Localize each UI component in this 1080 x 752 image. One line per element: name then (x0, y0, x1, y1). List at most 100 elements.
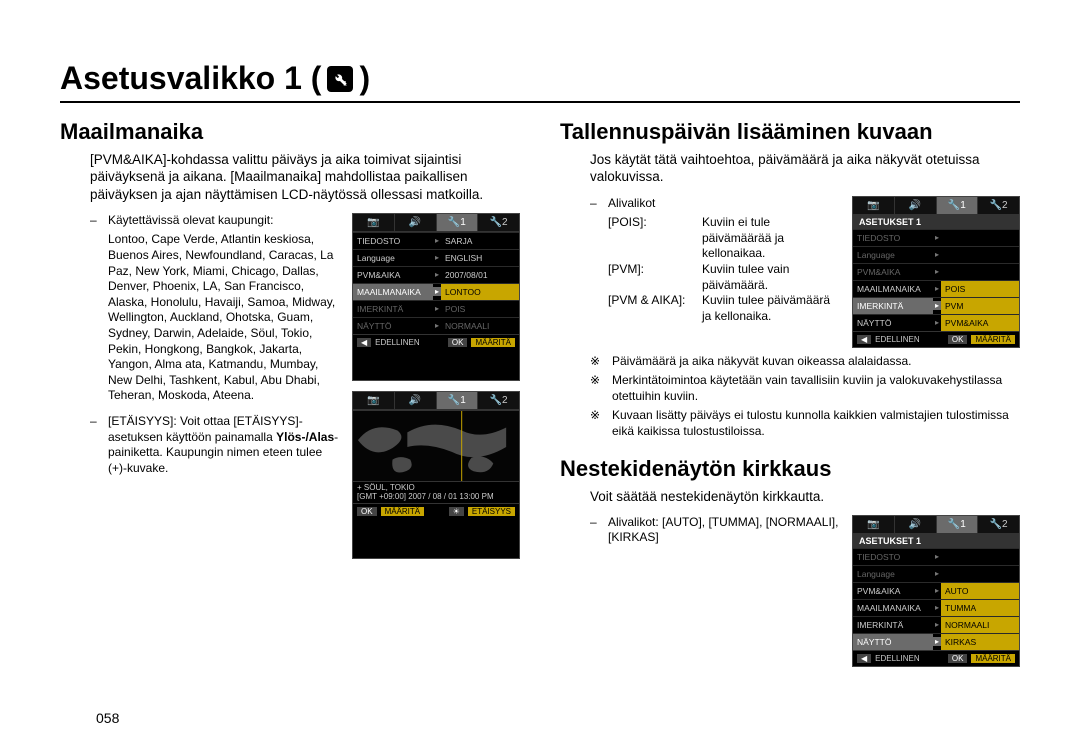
dst-label: [ETÄISYYS]: (108, 414, 180, 428)
lcd-tab[interactable]: 🔧2 (978, 197, 1019, 214)
lcd-brightness-menu: 📷🔊🔧1🔧2 ASETUKSET 1 TIEDOSTO▸Language▸PVM… (852, 515, 1020, 667)
menu-row[interactable]: IMERKINTÄ▸POIS (353, 300, 519, 317)
chevron-right-icon: ▸ (933, 233, 941, 242)
submenus-label: Alivalikot (608, 196, 655, 212)
ok-key[interactable]: OK (948, 654, 968, 663)
chevron-right-icon: ▸ (433, 304, 441, 313)
menu-row[interactable]: NÄYTTÖ▸PVM&AIKA (853, 314, 1019, 331)
lcd-tab[interactable]: 📷 (853, 197, 895, 214)
menu-row-value (941, 554, 1019, 560)
ok-key[interactable]: OK (357, 507, 377, 516)
lcd-tab[interactable]: 🔧1 (437, 214, 479, 231)
dst-bold: Ylös-/Alas (276, 430, 334, 444)
chevron-right-icon: ▸ (933, 569, 941, 578)
menu-row[interactable]: IMERKINTÄ▸PVM (853, 297, 1019, 314)
menu-row[interactable]: TIEDOSTO▸ (853, 548, 1019, 565)
ok-key[interactable]: OK (948, 335, 968, 344)
definition-desc: Kuviin tulee vain päivämäärä. (702, 262, 840, 293)
menu-row[interactable]: Language▸ (853, 246, 1019, 263)
menu-row[interactable]: Language▸ENGLISH (353, 249, 519, 266)
back-key[interactable]: ◀ (857, 335, 871, 344)
lcd-tab[interactable]: 🔊 (395, 214, 437, 231)
menu-row[interactable]: NÄYTTÖ▸NORMAALI (353, 317, 519, 334)
back-label: EDELLINEN (375, 338, 419, 347)
note-text: Kuvaan lisätty päiväys ei tulostu kunnol… (612, 408, 1020, 439)
definition-term: [PVM]: (608, 262, 696, 293)
lcd-tab[interactable]: 🔧1 (437, 392, 479, 409)
menu-row-label: NÄYTTÖ (853, 634, 933, 650)
menu-row-value: TUMMA (941, 600, 1019, 616)
svg-text:1: 1 (344, 81, 348, 86)
lcd-tab[interactable]: 📷 (353, 214, 395, 231)
wrench-1-icon: 1 (327, 66, 353, 92)
menu-row[interactable]: PVM&AIKA▸2007/08/01 (353, 266, 519, 283)
dst-label: ETÄISYYS (468, 507, 515, 516)
lcd-imprint-menu: 📷🔊🔧1🔧2 ASETUKSET 1 TIEDOSTO▸Language▸PVM… (852, 196, 1020, 348)
brightness-intro: Voit säätää nestekidenäytön kirkkautta. (590, 488, 1020, 505)
menu-row[interactable]: MAAILMANAIKA▸LONTOO (353, 283, 519, 300)
chevron-right-icon: ▸ (933, 250, 941, 259)
back-label: EDELLINEN (875, 654, 919, 663)
menu-row-label: IMERKINTÄ (853, 617, 933, 633)
lcd-worldtime-menu: 📷🔊🔧1🔧2 TIEDOSTO▸SARJALanguage▸ENGLISHPVM… (352, 213, 520, 381)
menu-row-value: 2007/08/01 (441, 267, 519, 283)
menu-row[interactable]: MAAILMANAIKA▸POIS (853, 280, 1019, 297)
lcd-tab[interactable]: 🔧1 (937, 197, 979, 214)
note-row: ※ Kuvaan lisätty päiväys ei tulostu kunno… (590, 408, 1020, 439)
menu-row-label: IMERKINTÄ (353, 301, 433, 317)
menu-row[interactable]: NÄYTTÖ▸KIRKAS (853, 633, 1019, 650)
reference-mark-icon: ※ (590, 373, 604, 404)
chevron-right-icon: ▸ (933, 267, 941, 276)
lcd-tab[interactable]: 🔧2 (978, 516, 1019, 533)
menu-row[interactable]: TIEDOSTO▸SARJA (353, 232, 519, 249)
definition-term: [PVM & AIKA]: (608, 293, 696, 324)
lcd-tab[interactable]: 🔊 (895, 516, 937, 533)
chevron-right-icon: ▸ (933, 552, 941, 561)
cities-list: Lontoo, Cape Verde, Atlantin keskiosa, B… (108, 232, 340, 404)
note-row: ※Merkintätoimintoa käytetään vain tavall… (590, 373, 1020, 404)
brightness-sub: Alivalikot: [AUTO], [TUMMA], [NORMAALI],… (608, 515, 840, 546)
reference-mark-icon: ※ (590, 408, 604, 439)
reference-mark-icon: ※ (590, 354, 604, 370)
world-map-icon (353, 410, 519, 482)
menu-row-label: Language (353, 250, 433, 266)
lcd-tab[interactable]: 🔊 (895, 197, 937, 214)
definition-row: [POIS]:Kuviin ei tule päivämäärää ja kel… (608, 215, 840, 262)
menu-row-label: PVM&AIKA (853, 583, 933, 599)
menu-row-value: NORMAALI (941, 617, 1019, 633)
page-title: Asetusvalikko 1 ( 1 ) (60, 60, 1020, 103)
lcd-tab[interactable]: 🔧2 (478, 392, 519, 409)
menu-row[interactable]: Language▸ (853, 565, 1019, 582)
chevron-right-icon: ▸ (933, 284, 941, 293)
lcd-tab[interactable]: 🔊 (395, 392, 437, 409)
dst-key[interactable]: ☀ (449, 507, 464, 516)
menu-row[interactable]: MAAILMANAIKA▸TUMMA (853, 599, 1019, 616)
menu-row-label: MAAILMANAIKA (853, 281, 933, 297)
lcd-tab[interactable]: 🔧1 (937, 516, 979, 533)
menu-row-value (941, 571, 1019, 577)
menu-row-label: Language (853, 566, 933, 582)
menu-row-value: SARJA (441, 233, 519, 249)
lcd-tab[interactable]: 🔧2 (478, 214, 519, 231)
imprint-heading: Tallennuspäivän lisääminen kuvaan (560, 119, 1020, 145)
ok-key[interactable]: OK (448, 338, 468, 347)
chevron-right-icon: ▸ (433, 287, 441, 296)
world-time-heading: Maailmanaika (60, 119, 520, 145)
menu-row[interactable]: IMERKINTÄ▸NORMAALI (853, 616, 1019, 633)
lcd-tab[interactable]: 📷 (853, 516, 895, 533)
menu-row[interactable]: PVM&AIKA▸AUTO (853, 582, 1019, 599)
menu-row[interactable]: TIEDOSTO▸ (853, 229, 1019, 246)
lcd-tab[interactable]: 📷 (353, 392, 395, 409)
back-key[interactable]: ◀ (857, 654, 871, 663)
menu-row[interactable]: PVM&AIKA▸ (853, 263, 1019, 280)
menu-row-value: POIS (441, 301, 519, 317)
back-key[interactable]: ◀ (357, 338, 371, 347)
menu-row-value: PVM&AIKA (941, 315, 1019, 331)
imprint-intro: Jos käytät tätä vaihtoehtoa, päivämäärä … (590, 151, 1020, 186)
menu-row-label: NÄYTTÖ (853, 315, 933, 331)
menu-row-value: POIS (941, 281, 1019, 297)
menu-row-value: PVM (941, 298, 1019, 314)
chevron-right-icon: ▸ (433, 253, 441, 262)
dst-bullet: – [ETÄISYYS]: Voit ottaa [ETÄISYYS]-aset… (90, 414, 340, 476)
map-gmt-line: [GMT +09:00] 2007 / 08 / 01 13:00 PM (357, 493, 515, 502)
